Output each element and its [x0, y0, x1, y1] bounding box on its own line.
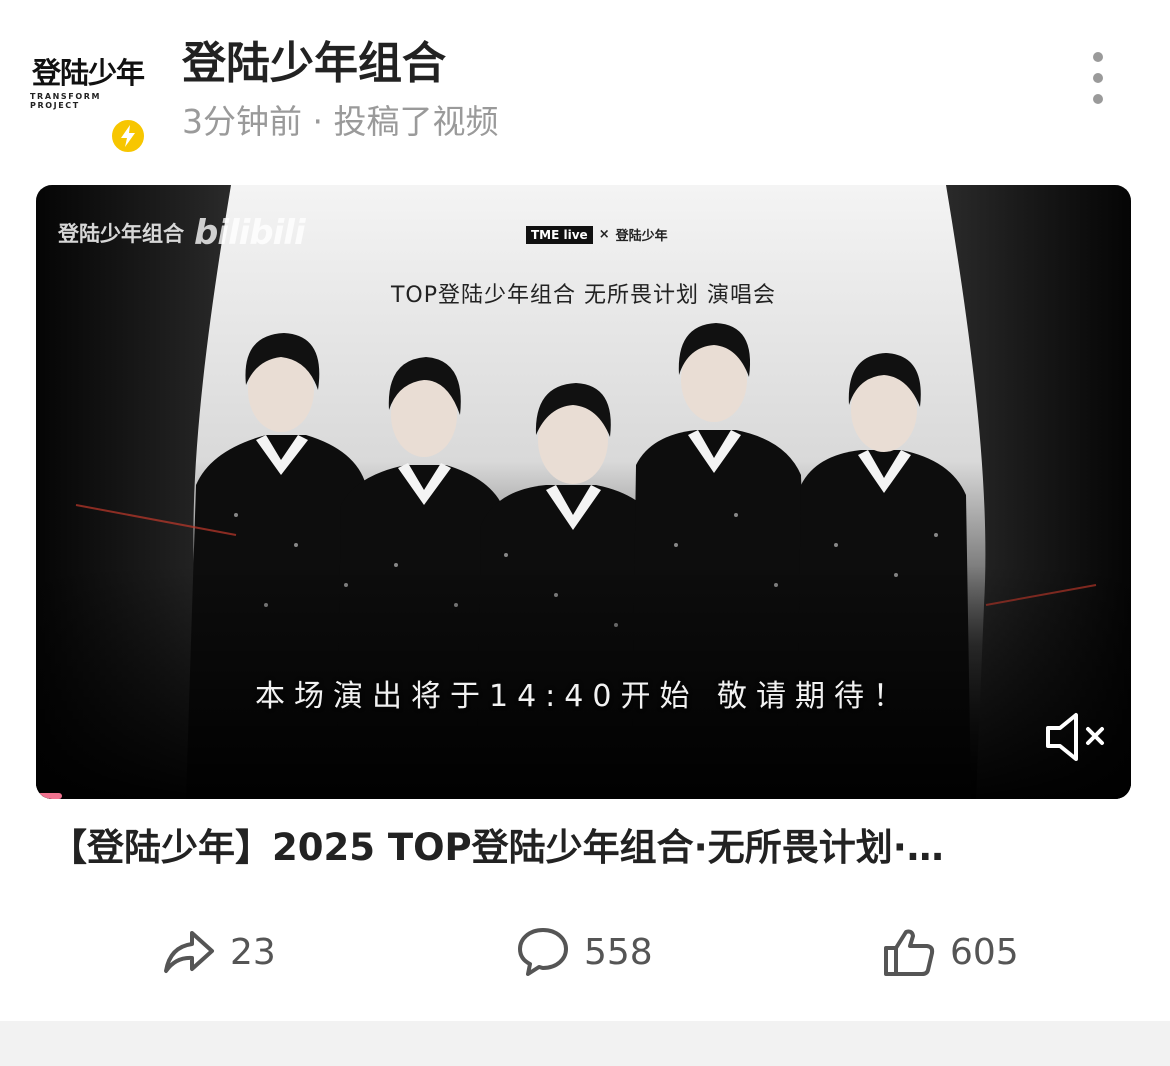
avatar-logo-subtext: TRANSFORM PROJECT — [30, 91, 102, 110]
mute-toggle-button[interactable] — [1040, 707, 1110, 767]
comment-button[interactable]: 558 — [516, 920, 653, 984]
bilibili-watermark: 登陆少年组合 bilibili — [58, 213, 306, 253]
tme-live-logo: TME live — [526, 225, 593, 244]
avatar[interactable]: 登陆少年 TRANSFORM PROJECT — [30, 42, 147, 155]
comment-count: 558 — [584, 931, 653, 973]
share-arrow-icon — [164, 931, 214, 973]
bilibili-logo-icon: bilibili — [194, 213, 306, 253]
playback-progress-bar[interactable] — [36, 793, 62, 799]
avatar-logo-text: 登陆少年 — [31, 55, 145, 90]
action-bar: 23 558 605 — [0, 920, 1170, 984]
speaker-muted-icon — [1046, 713, 1104, 761]
sponsor-times-sign: × — [598, 227, 610, 242]
avatar-logo: 登陆少年 TRANSFORM PROJECT — [30, 42, 146, 126]
share-count: 23 — [230, 931, 276, 973]
concert-title: TOP登陆少年组合 无所畏计划 演唱会 — [390, 283, 776, 308]
sponsor-logos: TME live × 登陆少年 — [526, 225, 668, 244]
post-header: 登陆少年 TRANSFORM PROJECT 登陆少年组合 3分钟前 · 投稿了… — [0, 0, 1170, 170]
more-options-button[interactable] — [1080, 48, 1116, 108]
post-meta: 3分钟前 · 投稿了视频 — [182, 102, 499, 141]
feed-divider — [0, 1021, 1170, 1066]
video-player[interactable]: 登陆少年组合 bilibili TME live × 登陆少年 TOP登陆少年组… — [36, 185, 1131, 799]
start-time-notice: 本场演出将于14:40开始 敬请期待！ — [255, 679, 912, 714]
more-dot-icon — [1093, 52, 1103, 62]
watermark-account-text: 登陆少年组合 — [58, 222, 184, 246]
sponsor-right-logo: 登陆少年 — [615, 229, 668, 244]
like-button[interactable]: 605 — [882, 920, 1019, 984]
thumbs-up-icon — [884, 929, 935, 976]
like-count: 605 — [950, 931, 1019, 973]
share-button[interactable]: 23 — [162, 920, 276, 984]
video-title[interactable]: 【登陆少年】2025 TOP登陆少年组合·无所畏计划·… — [50, 826, 1130, 870]
more-dot-icon — [1093, 73, 1103, 83]
more-dot-icon — [1093, 94, 1103, 104]
account-name[interactable]: 登陆少年组合 — [182, 39, 446, 88]
verified-lightning-icon — [109, 117, 147, 155]
comment-bubble-icon — [518, 928, 568, 976]
